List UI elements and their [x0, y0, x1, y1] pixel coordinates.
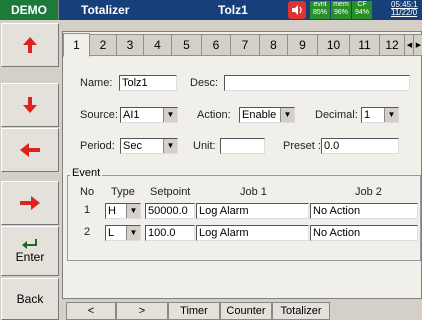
preset-field[interactable]: 0.0 — [321, 138, 399, 154]
up-button[interactable] — [1, 23, 59, 67]
desc-label: Desc: — [190, 77, 219, 89]
name-field[interactable]: Tolz1 — [119, 75, 177, 91]
clock-date: 11/22/0 — [391, 8, 418, 17]
period-value: Sec — [123, 140, 142, 152]
chevron-down-icon: ▼ — [126, 226, 140, 240]
bottom-tab-totalizer[interactable]: Totalizer — [272, 302, 330, 320]
event-row-2-type[interactable]: L ▼ — [105, 225, 141, 241]
tab-6[interactable]: 6 — [201, 34, 231, 56]
tab-11[interactable]: 11 — [349, 34, 380, 56]
demo-badge: DEMO — [0, 0, 59, 20]
tab-10[interactable]: 10 — [317, 34, 350, 56]
sidebar: Enter Back — [0, 20, 59, 320]
chevron-down-icon: ▼ — [163, 108, 177, 122]
preset-label: Preset : — [283, 140, 321, 152]
chevron-down-icon: ▼ — [126, 204, 140, 218]
event-header-setpoint: Setpoint — [150, 186, 191, 198]
event-row-2-job2[interactable]: No Action — [310, 225, 418, 241]
event-header-no: No — [80, 186, 95, 198]
tab-left-arrow-icon: ◀ — [406, 42, 413, 49]
decimal-select[interactable]: 1 ▼ — [361, 107, 399, 123]
title-bar: Totalizer Tolz1 evnt 85% mem 96% CF 94% 05:… — [59, 0, 422, 20]
source-select[interactable]: AI1 ▼ — [120, 107, 178, 123]
unit-field[interactable] — [220, 138, 265, 154]
source-label: Source: — [80, 109, 118, 121]
event-row-1-type-value: H — [108, 205, 116, 217]
action-select[interactable]: Enable ▼ — [239, 107, 295, 123]
tab-12[interactable]: 12 — [379, 34, 405, 56]
desc-field[interactable] — [224, 75, 410, 91]
bottom-tab-timer[interactable]: Timer — [168, 302, 220, 320]
chevron-down-icon: ▼ — [280, 108, 294, 122]
clock: 05:45:1 11/22/0 — [391, 1, 418, 17]
name-label: Name: — [80, 77, 113, 89]
tab-5[interactable]: 5 — [171, 34, 202, 56]
enter-label: Enter — [15, 250, 45, 264]
speaker-icon[interactable] — [288, 1, 306, 19]
status-cf: CF 94% — [352, 1, 372, 19]
tab-2[interactable]: 2 — [89, 34, 117, 56]
decimal-value: 1 — [364, 109, 371, 121]
event-row-2-setpoint[interactable]: 100.0 — [145, 225, 195, 241]
status-mem: mem 96% — [331, 1, 351, 19]
tab-7[interactable]: 7 — [230, 34, 260, 56]
tab-scroll-right[interactable]: ▶ — [413, 34, 422, 56]
action-label: Action: — [197, 109, 231, 121]
event-row-2-no: 2 — [84, 226, 91, 238]
event-legend: Event — [70, 167, 103, 179]
tab-3[interactable]: 3 — [116, 34, 144, 56]
period-label: Period: — [80, 140, 115, 152]
arrow-right-icon — [20, 196, 40, 210]
bottom-tab-prev[interactable]: < — [66, 302, 116, 320]
event-header-type: Type — [111, 186, 135, 198]
enter-icon — [22, 239, 37, 249]
bottom-tab-counter[interactable]: Counter — [220, 302, 272, 320]
tab-1[interactable]: 1 — [63, 33, 90, 57]
period-select[interactable]: Sec ▼ — [120, 138, 178, 154]
event-row-1-job2[interactable]: No Action — [310, 203, 418, 219]
down-button[interactable] — [1, 83, 59, 127]
enter-button[interactable]: Enter — [1, 226, 59, 276]
event-row-1-setpoint[interactable]: 50000.0 — [145, 203, 195, 219]
event-row-1-no: 1 — [84, 204, 91, 216]
tab-4[interactable]: 4 — [143, 34, 172, 56]
bottom-tab-next[interactable]: > — [116, 302, 168, 320]
arrow-down-icon — [23, 97, 37, 113]
back-label: Back — [16, 292, 44, 306]
left-button[interactable] — [1, 128, 59, 172]
event-row-1-type[interactable]: H ▼ — [105, 203, 141, 219]
event-header-job1: Job 1 — [240, 186, 267, 198]
arrow-left-icon — [20, 143, 40, 157]
device-name: Tolz1 — [218, 3, 248, 17]
app-title: Totalizer — [81, 3, 130, 17]
event-row-2-type-value: L — [108, 227, 115, 239]
tab-8[interactable]: 8 — [259, 34, 288, 56]
unit-label: Unit: — [193, 140, 216, 152]
tab-right-arrow-icon: ▶ — [415, 42, 422, 49]
decimal-label: Decimal: — [315, 109, 358, 121]
event-header-job2: Job 2 — [355, 186, 382, 198]
arrow-up-icon — [23, 37, 37, 53]
chevron-down-icon: ▼ — [163, 139, 177, 153]
event-row-1-job1[interactable]: Log Alarm — [196, 203, 309, 219]
back-button[interactable]: Back — [1, 278, 59, 320]
chevron-down-icon: ▼ — [384, 108, 398, 122]
tab-9[interactable]: 9 — [287, 34, 318, 56]
action-value: Enable — [242, 109, 277, 121]
event-row-2-job1[interactable]: Log Alarm — [196, 225, 309, 241]
right-button[interactable] — [1, 181, 59, 225]
status-evnt: evnt 85% — [310, 1, 330, 19]
source-value: AI1 — [123, 109, 140, 121]
